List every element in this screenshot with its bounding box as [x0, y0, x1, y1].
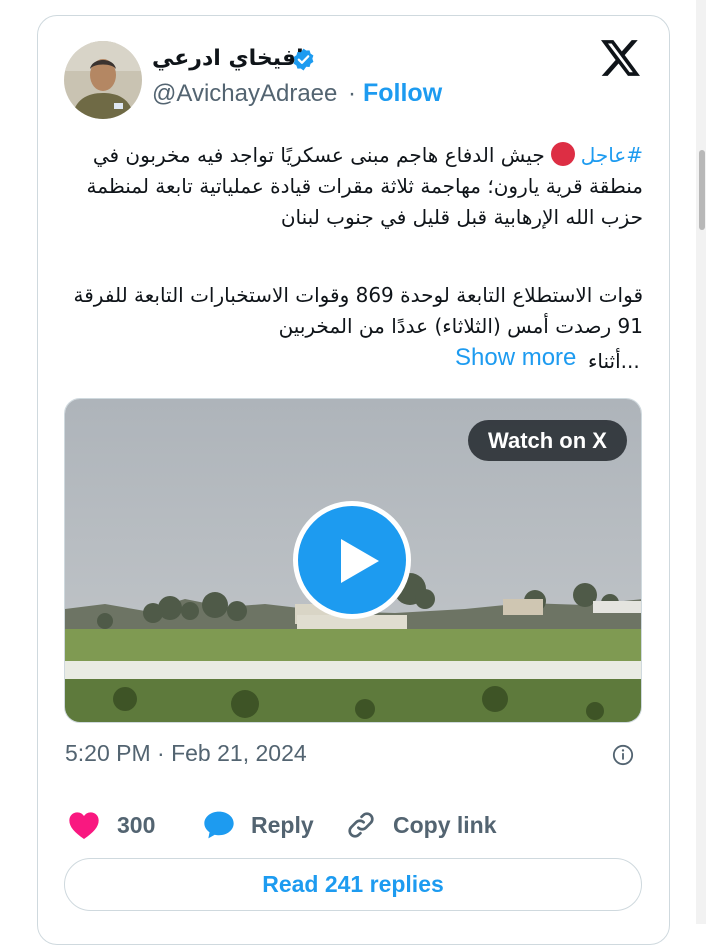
info-icon[interactable] [612, 744, 634, 766]
follow-button[interactable]: Follow [363, 79, 442, 108]
speech-bubble-icon [204, 811, 234, 839]
scrollbar-thumb[interactable] [699, 150, 705, 230]
verified-badge-icon [293, 48, 314, 71]
link-icon [348, 812, 374, 838]
reply-action[interactable]: Reply [203, 808, 314, 842]
avatar[interactable] [64, 41, 142, 119]
hashtag-link[interactable]: #عاجل [581, 143, 643, 167]
play-button[interactable] [293, 501, 411, 619]
play-icon [341, 539, 379, 583]
tweet-text-paragraph-1: #عاجلجيش الدفاع هاجم مبنى عسكريًا تواجد … [63, 140, 643, 233]
x-logo-icon[interactable] [601, 40, 640, 76]
scrollbar-track[interactable] [696, 0, 706, 924]
red-circle-icon [550, 142, 575, 166]
user-handle[interactable]: @AvichayAdraee [152, 80, 337, 108]
heart-icon [69, 812, 99, 839]
tweet-text-truncated: أثناء... [588, 349, 640, 373]
copy-link-action[interactable]: Copy link [345, 808, 497, 842]
separator-dot: · [348, 80, 356, 107]
tweet-text-paragraph-2: قوات الاستطلاع التابعة لوحدة 869 وقوات ا… [73, 283, 643, 338]
read-replies-button[interactable]: Read 241 replies [64, 858, 642, 911]
like-count: 300 [117, 811, 156, 838]
reply-label: Reply [251, 811, 314, 838]
copy-link-label: Copy link [393, 811, 497, 838]
watch-on-x-button[interactable]: Watch on X [468, 420, 627, 461]
show-more-link[interactable]: Show more [455, 344, 576, 372]
tweet-timestamp[interactable]: 5:20 PM · Feb 21, 2024 [65, 740, 307, 767]
like-action[interactable]: 300 [68, 808, 155, 842]
display-name[interactable]: افيخاي ادرعي [152, 46, 304, 71]
